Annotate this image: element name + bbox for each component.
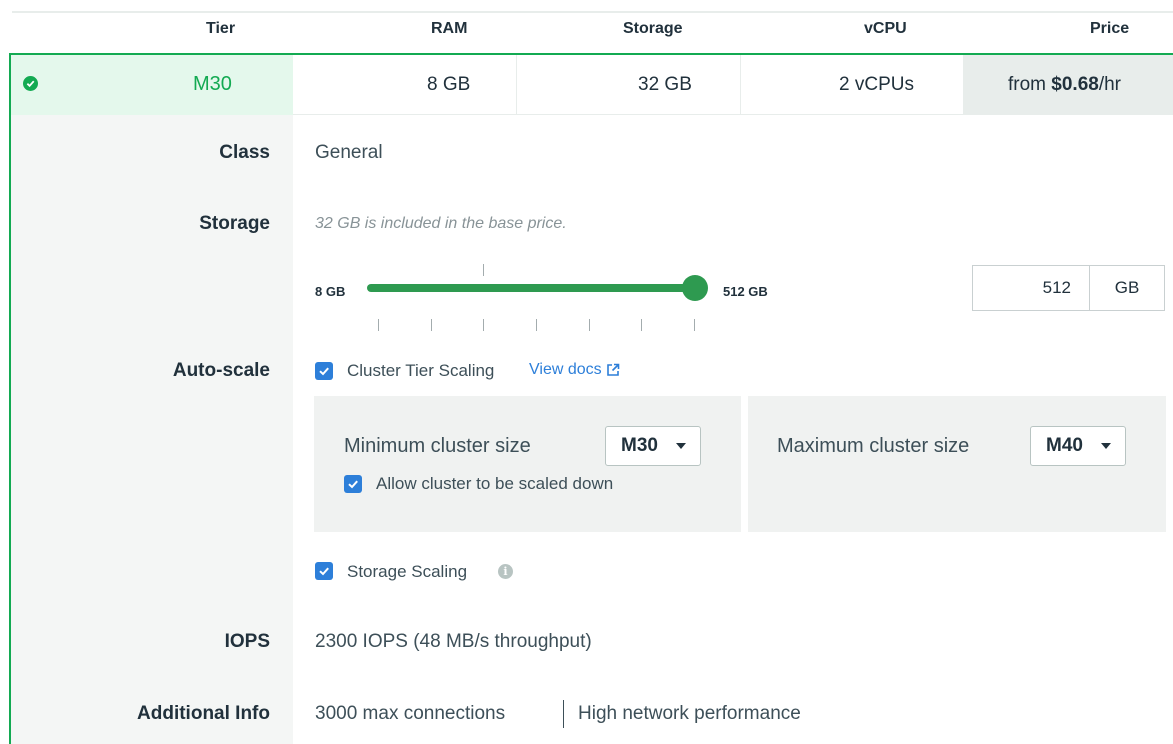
- slider-min-label: 8 GB: [315, 284, 346, 299]
- column-header-price: Price: [1090, 20, 1130, 37]
- storage-unit: GB: [1089, 265, 1165, 311]
- additional-info-label: Additional Info: [137, 703, 270, 724]
- iops-value: 2300 IOPS (48 MB/s throughput): [315, 631, 592, 652]
- slider-tick: [536, 319, 537, 331]
- max-cluster-value: M40: [1046, 435, 1083, 456]
- storage-label: Storage: [199, 213, 270, 234]
- min-cluster-select[interactable]: M30: [605, 426, 701, 466]
- max-connections-value: 3000 max connections: [315, 703, 506, 724]
- cluster-tier-scaling-checkbox[interactable]: [315, 362, 333, 380]
- storage-slider-thumb[interactable]: [682, 275, 708, 301]
- external-link-icon: [606, 363, 619, 376]
- allow-scale-down-checkbox[interactable]: [344, 475, 362, 493]
- view-docs-text: View docs: [529, 361, 602, 378]
- autoscale-label: Auto-scale: [172, 360, 270, 381]
- slider-tick: [641, 319, 642, 331]
- selected-check-icon: [23, 76, 38, 91]
- slider-tick: [431, 319, 432, 331]
- column-header-ram: RAM: [431, 20, 468, 37]
- slider-max-label: 512 GB: [723, 284, 768, 299]
- slider-tick: [378, 319, 379, 331]
- tier-ram: 8 GB: [427, 74, 471, 95]
- tier-name: M30: [193, 73, 232, 95]
- price-suffix: /hr: [1098, 74, 1122, 95]
- info-divider: [563, 700, 564, 728]
- max-cluster-select[interactable]: M40: [1030, 426, 1126, 466]
- min-cluster-label: Minimum cluster size: [344, 435, 531, 457]
- storage-note: 32 GB is included in the base price.: [315, 215, 567, 232]
- chevron-down-icon: [675, 443, 686, 449]
- slider-default-marker: [483, 264, 484, 276]
- slider-tick: [694, 319, 695, 331]
- storage-slider-track[interactable]: [367, 284, 695, 292]
- tier-price: from $0.68/hr: [1008, 74, 1121, 96]
- allow-scale-down-label: Allow cluster to be scaled down: [376, 474, 614, 493]
- slider-tick: [589, 319, 590, 331]
- storage-scaling-checkbox[interactable]: [315, 562, 333, 580]
- tier-storage: 32 GB: [638, 74, 692, 95]
- iops-label: IOPS: [224, 631, 270, 652]
- column-header-tier: Tier: [206, 20, 236, 37]
- class-label: Class: [219, 142, 270, 163]
- storage-scaling-label: Storage Scaling: [347, 562, 468, 581]
- max-cluster-label: Maximum cluster size: [777, 435, 970, 457]
- slider-tick: [483, 319, 484, 331]
- price-value: $0.68: [1051, 74, 1099, 95]
- column-header-vcpu: vCPU: [864, 20, 907, 37]
- column-header-storage: Storage: [623, 20, 683, 37]
- price-prefix: from: [1008, 74, 1052, 95]
- cluster-tier-scaling-label: Cluster Tier Scaling: [347, 361, 495, 380]
- min-cluster-value: M30: [621, 435, 658, 456]
- view-docs-link[interactable]: View docs: [529, 361, 620, 379]
- info-icon[interactable]: i: [498, 564, 513, 579]
- network-performance-value: High network performance: [578, 703, 801, 724]
- tier-vcpu: 2 vCPUs: [839, 74, 914, 95]
- chevron-down-icon: [1100, 443, 1111, 449]
- storage-size-input[interactable]: [972, 265, 1089, 311]
- header-divider: [12, 11, 1173, 13]
- class-value: General: [315, 142, 383, 163]
